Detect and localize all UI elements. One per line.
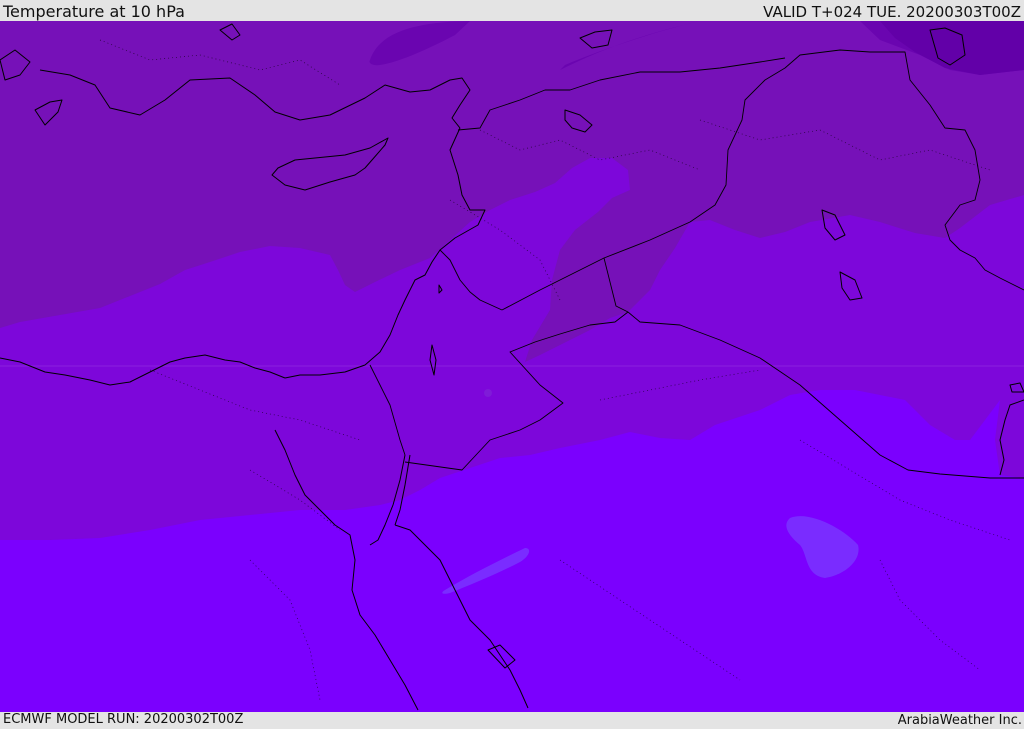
credit-label: ArabiaWeather Inc. [897, 713, 1022, 728]
map-title: Temperature at 10 hPa [3, 2, 185, 21]
temperature-map[interactable] [0, 21, 1024, 712]
model-run-label: ECMWF MODEL RUN: 20200302T00Z [3, 712, 244, 727]
warm-spot-small [484, 389, 492, 397]
footer-bar: ECMWF MODEL RUN: 20200302T00Z ArabiaWeat… [0, 712, 1024, 729]
header-bar: Temperature at 10 hPa VALID T+024 TUE. 2… [0, 0, 1024, 21]
valid-time-label: VALID T+024 TUE. 20200303T00Z [763, 3, 1021, 21]
map-frame: Temperature at 10 hPa VALID T+024 TUE. 2… [0, 0, 1024, 729]
